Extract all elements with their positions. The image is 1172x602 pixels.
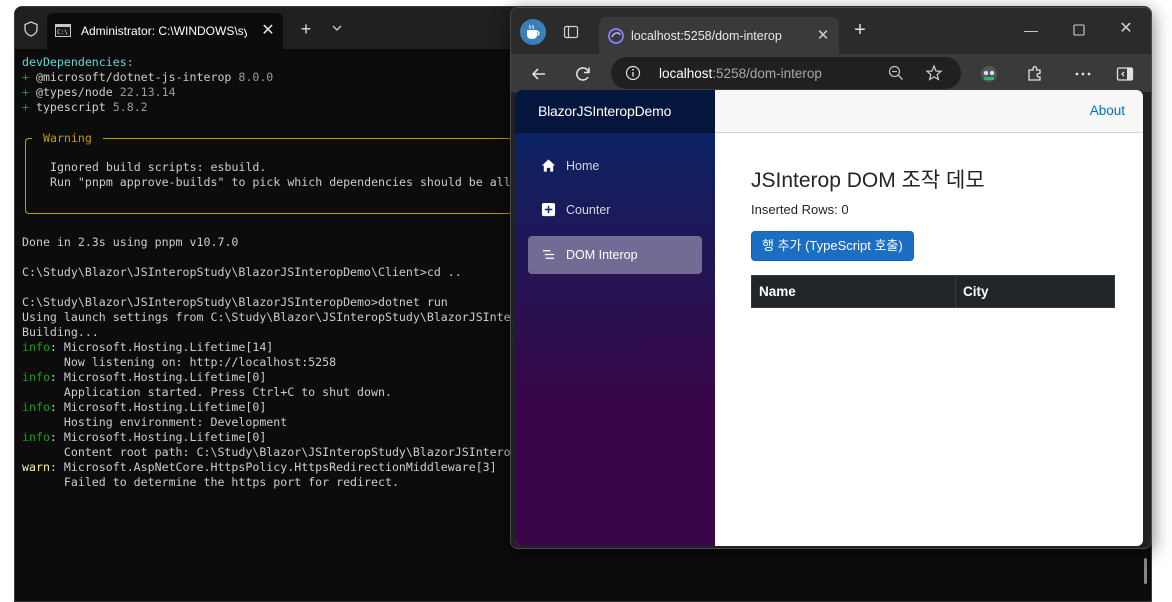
shield-icon: [24, 21, 38, 37]
terminal-line: Content root path: C:\Study\Blazor\JSInt…: [22, 445, 511, 459]
terminal-line: warn: Microsoft.AspNetCore.HttpsPolicy.H…: [22, 460, 497, 474]
new-tab-icon[interactable]: +: [297, 20, 315, 38]
refresh-icon[interactable]: [573, 64, 593, 84]
nav-label: DOM Interop: [566, 248, 638, 262]
terminal-line: Building...: [22, 325, 99, 339]
url-text: localhost:5258/dom-interop: [659, 66, 822, 81]
terminal-tab-title: Administrator: C:\WINDOWS\system32\cmd.e…: [81, 24, 247, 38]
nav-item-home[interactable]: Home: [528, 147, 702, 185]
close-tab-icon[interactable]: ✕: [813, 26, 833, 46]
sidebar-toggle-icon[interactable]: [1115, 64, 1135, 84]
terminal-line: Done in 2.3s using pnpm v10.7.0: [22, 235, 239, 249]
top-row: About: [715, 90, 1143, 133]
web-page: BlazorJSInteropDemo Home Counter DOM Int…: [515, 90, 1143, 546]
terminal-line: Now listening on: http://localhost:5258: [22, 355, 337, 369]
terminal-line: Application started. Press Ctrl+C to shu…: [22, 385, 392, 399]
nav-item-dom-interop[interactable]: DOM Interop: [528, 236, 702, 274]
page-title: JSInterop DOM 조작 데모: [751, 169, 985, 192]
inserted-rows-text: Inserted Rows: 0: [751, 202, 849, 217]
nav-item-counter[interactable]: Counter: [528, 191, 702, 229]
chevron-down-icon[interactable]: [329, 20, 345, 36]
profile-avatar[interactable]: [520, 19, 546, 45]
address-bar[interactable]: localhost:5258/dom-interop: [611, 57, 961, 89]
terminal-line: C:\Study\Blazor\JSInteropStudy\BlazorJSI…: [22, 295, 448, 309]
brand-bar: BlazorJSInteropDemo: [515, 90, 715, 133]
terminal-line: + typescript 5.8.2: [22, 100, 148, 114]
nav-label: Home: [566, 159, 600, 173]
extensions-puzzle-icon[interactable]: [1025, 64, 1045, 84]
column-header-city: City: [955, 275, 1115, 308]
back-arrow-icon[interactable]: [529, 64, 549, 84]
about-link[interactable]: About: [1090, 103, 1125, 118]
minimize-icon[interactable]: —: [1023, 22, 1039, 38]
tab-actions-icon[interactable]: [563, 24, 579, 40]
home-icon: [541, 159, 556, 172]
sidebar: BlazorJSInteropDemo Home Counter DOM Int…: [515, 90, 715, 546]
terminal-line: info: Microsoft.Hosting.Lifetime[14]: [22, 340, 274, 354]
terminal-line: info: Microsoft.Hosting.Lifetime[0]: [22, 430, 267, 444]
terminal-line: Run "pnpm approve-builds" to pick which …: [50, 175, 511, 189]
data-table: Name City: [751, 275, 1115, 308]
warning-title: Warning: [32, 131, 103, 146]
browser-tab-title: localhost:5258/dom-interop: [631, 29, 782, 43]
plus-square-icon: [541, 202, 556, 217]
more-menu-icon[interactable]: [1073, 64, 1093, 84]
terminal-line: devDependencies:: [22, 55, 134, 69]
terminal-line: C:\Study\Blazor\JSInteropStudy\BlazorJSI…: [22, 265, 462, 279]
terminal-line: info: Microsoft.Hosting.Lifetime[0]: [22, 400, 267, 414]
browser-window: localhost:5258/dom-interop ✕ + — ✕ local…: [510, 7, 1152, 549]
browser-title-bar: localhost:5258/dom-interop ✕ + — ✕: [511, 8, 1151, 54]
svg-text:C:\: C:\: [57, 29, 68, 36]
browser-toolbar: localhost:5258/dom-interop: [511, 54, 1151, 92]
cmd-icon: C:\: [55, 24, 71, 37]
terminal-tab[interactable]: C:\ Administrator: C:\WINDOWS\system32\c…: [47, 13, 283, 49]
app-brand-link[interactable]: BlazorJSInteropDemo: [538, 103, 671, 119]
add-row-button[interactable]: 행 추가 (TypeScript 호출): [751, 231, 914, 261]
close-window-icon[interactable]: ✕: [1117, 20, 1135, 38]
maximize-icon[interactable]: [1071, 22, 1087, 38]
info-icon[interactable]: [625, 65, 641, 81]
close-tab-icon[interactable]: ✕: [257, 20, 279, 42]
terminal-line: Failed to determine the https port for r…: [22, 475, 399, 489]
terminal-scrollbar[interactable]: [1144, 558, 1147, 584]
terminal-line: info: Microsoft.Hosting.Lifetime[0]: [22, 370, 267, 384]
table-header-row: Name City: [751, 275, 1115, 308]
terminal-line: + @microsoft/dotnet-js-interop 8.0.0: [22, 70, 274, 84]
column-header-name: Name: [751, 275, 956, 308]
nav-label: Counter: [566, 203, 611, 217]
new-tab-icon[interactable]: +: [851, 20, 869, 40]
terminal-line: Hosting environment: Development: [22, 415, 288, 429]
extension-avatar-icon[interactable]: [979, 64, 999, 84]
terminal-line: Using launch settings from C:\Study\Blaz…: [22, 310, 511, 324]
terminal-line: + @types/node 22.13.14: [22, 85, 176, 99]
star-icon[interactable]: [925, 64, 943, 82]
zoom-out-icon[interactable]: [887, 64, 905, 82]
terminal-line: Ignored build scripts: esbuild.: [50, 160, 267, 174]
coffee-cup-icon: [527, 24, 540, 39]
browser-tab[interactable]: localhost:5258/dom-interop ✕: [599, 17, 839, 54]
blazor-favicon-icon: [608, 28, 624, 44]
list-icon: [542, 250, 555, 259]
